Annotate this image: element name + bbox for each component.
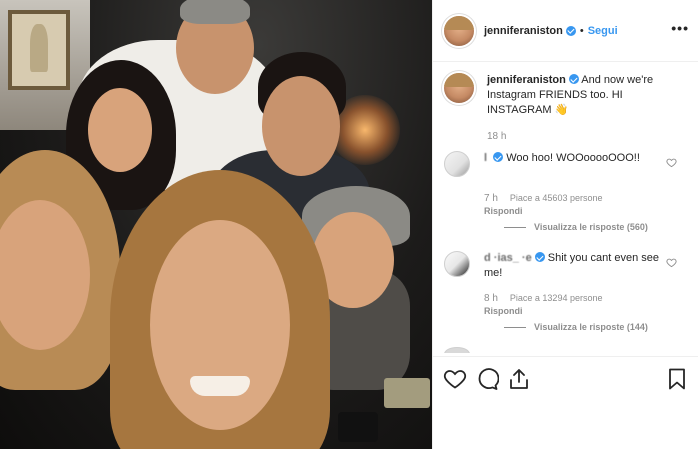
comment-time[interactable]: 7 h xyxy=(484,193,498,204)
comment-body: d ·ias_ ·e Shit you cant even see me! xyxy=(484,251,664,281)
comment-like-heart-icon[interactable] xyxy=(666,157,677,168)
view-replies-button[interactable]: Visualizza le risposte (560) xyxy=(504,222,648,232)
verified-badge-icon xyxy=(565,25,576,36)
more-options-icon[interactable]: ••• xyxy=(671,20,689,36)
photo-face-dark-woman xyxy=(88,88,152,172)
heart-icon[interactable] xyxy=(443,367,467,391)
bookmark-icon[interactable] xyxy=(665,367,689,391)
author-avatar[interactable] xyxy=(444,15,474,46)
author-username[interactable]: jenniferaniston xyxy=(484,25,563,37)
comment-meta: 8 h Piace a 13294 persone xyxy=(484,293,602,304)
reply-button[interactable]: Rispondi xyxy=(484,206,523,216)
caption-time[interactable]: 18 h xyxy=(487,131,506,142)
comment-time[interactable]: 8 h xyxy=(484,293,498,304)
commenter-username[interactable]: l xyxy=(484,152,490,164)
separator-dot: • xyxy=(579,24,584,37)
share-icon[interactable] xyxy=(507,367,531,391)
photo-smile xyxy=(190,376,250,396)
post-modal: jenniferaniston • Segui ••• jenniferanis… xyxy=(0,0,698,449)
post-caption: jenniferaniston And now we're Instagram … xyxy=(444,73,687,118)
comment-like-heart-icon[interactable] xyxy=(666,257,677,268)
commenter-avatar[interactable] xyxy=(444,347,470,353)
comment-likes[interactable]: Piace a 45603 persone xyxy=(510,193,603,204)
follow-button[interactable]: Segui xyxy=(588,25,618,37)
view-replies-button[interactable]: Visualizza le risposte (144) xyxy=(504,322,648,332)
caption-text-block: jenniferaniston And now we're Instagram … xyxy=(487,73,687,118)
comment-meta: 7 h Piace a 45603 persone xyxy=(484,193,602,204)
commenter-avatar[interactable] xyxy=(444,151,470,177)
caption-username[interactable]: jenniferaniston xyxy=(487,74,566,86)
photo-wall-painting xyxy=(8,10,70,90)
comment-text: Woo hoo! WOOooooOOO!! xyxy=(506,152,640,164)
verified-badge-icon xyxy=(568,74,579,84)
photo-phone xyxy=(338,412,378,442)
verified-badge-icon xyxy=(534,252,545,262)
photo-face-dark-man xyxy=(262,76,340,176)
post-side-panel: jenniferaniston • Segui ••• jenniferanis… xyxy=(432,0,698,449)
verified-badge-icon xyxy=(493,152,504,162)
comments-list[interactable]: jenniferaniston And now we're Instagram … xyxy=(433,63,698,353)
commenter-avatar[interactable] xyxy=(444,251,470,277)
photo-hair-top xyxy=(180,0,250,24)
comment-body: l Woo hoo! WOOooooOOO!! xyxy=(484,151,664,166)
photo-book xyxy=(384,378,430,408)
commenter-username[interactable]: d ·ias_ ·e xyxy=(484,252,532,264)
comment-likes[interactable]: Piace a 13294 persone xyxy=(510,293,603,304)
caption-avatar[interactable] xyxy=(444,73,474,103)
photo-face-front xyxy=(150,220,290,430)
post-header: jenniferaniston • Segui ••• xyxy=(433,0,698,62)
post-photo[interactable] xyxy=(0,0,432,449)
reply-button[interactable]: Rispondi xyxy=(484,306,523,316)
post-actions-bar xyxy=(433,356,698,400)
comment-icon[interactable] xyxy=(475,367,499,391)
